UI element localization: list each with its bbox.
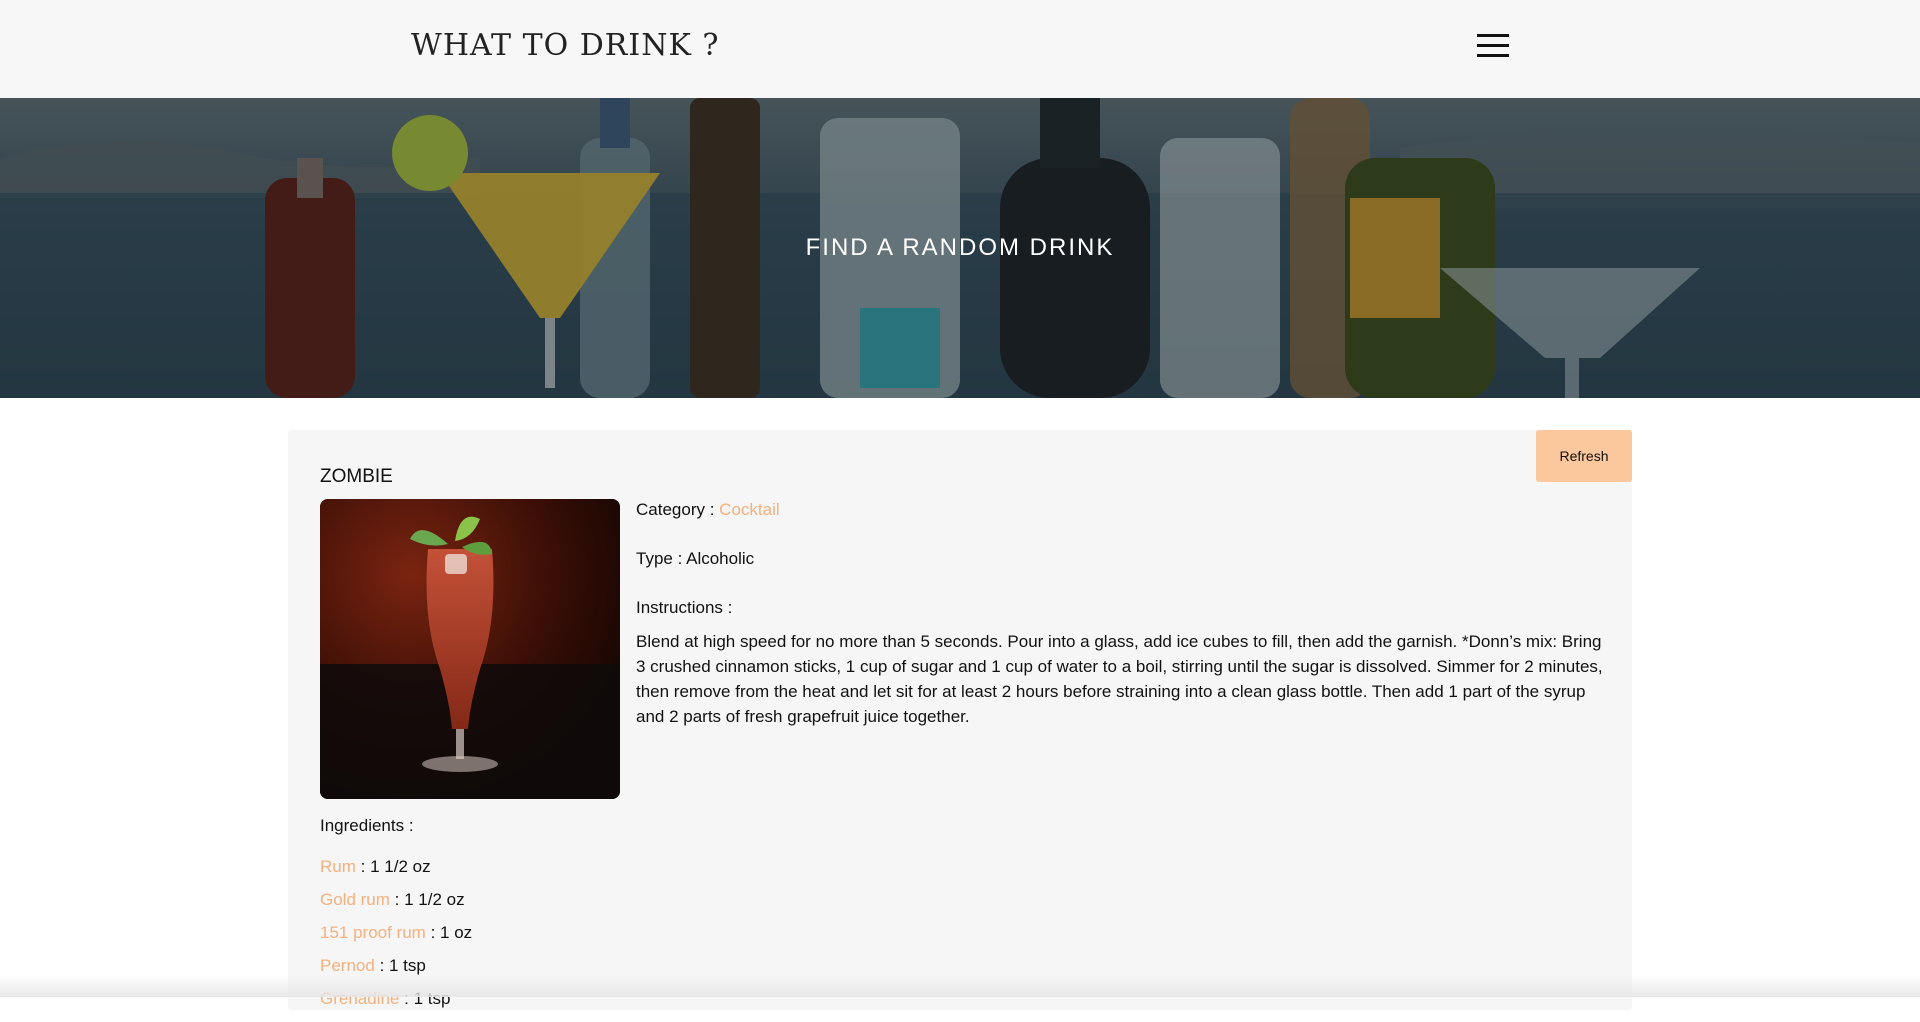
ingredients-list: Rum : 1 1/2 oz Gold rum : 1 1/2 oz 151 p… xyxy=(320,857,472,1022)
ingredient-measure: : 1 1/2 oz xyxy=(360,857,431,876)
ingredient-link[interactable]: Pernod xyxy=(320,956,375,975)
site-header: WHAT TO DRINK ? xyxy=(0,0,1920,98)
ingredient-link[interactable]: 151 proof rum xyxy=(320,923,426,942)
drink-type: Type : Alcoholic xyxy=(636,549,754,569)
hero-banner: FIND A RANDOM DRINK xyxy=(0,98,1920,398)
type-value: Alcoholic xyxy=(686,549,755,568)
refresh-button[interactable]: Refresh xyxy=(1536,430,1632,482)
ingredient-measure: : 1 1/2 oz xyxy=(394,890,465,909)
list-item: Rum : 1 1/2 oz xyxy=(320,857,472,890)
ingredient-measure: : 1 tsp xyxy=(379,956,426,975)
ingredient-measure: : 1 oz xyxy=(430,923,473,942)
instructions-text: Blend at high speed for no more than 5 s… xyxy=(636,632,1603,726)
site-logo[interactable]: WHAT TO DRINK ? xyxy=(411,28,719,63)
hamburger-menu-icon[interactable] xyxy=(1477,34,1509,58)
ingredient-link[interactable]: Rum xyxy=(320,857,356,876)
cocktail-glass-illustration xyxy=(320,499,620,799)
drink-image xyxy=(320,499,620,799)
drink-name: ZOMBIE xyxy=(320,466,393,487)
hamburger-bar xyxy=(1477,44,1509,47)
ingredient-link[interactable]: Gold rum xyxy=(320,890,390,909)
drink-category: Category : Cocktail xyxy=(636,500,780,520)
category-label: Category : xyxy=(636,500,715,519)
hamburger-bar xyxy=(1477,54,1509,57)
bottom-scroll-shadow xyxy=(0,975,1920,997)
drink-card: Refresh ZOMBIE Category: Cocktail Type … xyxy=(288,430,1632,1010)
hamburger-bar xyxy=(1477,34,1509,37)
list-item: Gold rum : 1 1/2 oz xyxy=(320,890,472,923)
list-item: 151 proof rum : 1 oz xyxy=(320,923,472,956)
ingredients-label: Ingredients : xyxy=(320,816,414,835)
instructions-label: Instructions : xyxy=(636,598,733,617)
type-label: Type : xyxy=(636,549,683,568)
hero-title: FIND A RANDOM DRINK xyxy=(805,234,1115,261)
category-value[interactable]: Cocktail xyxy=(719,500,779,519)
